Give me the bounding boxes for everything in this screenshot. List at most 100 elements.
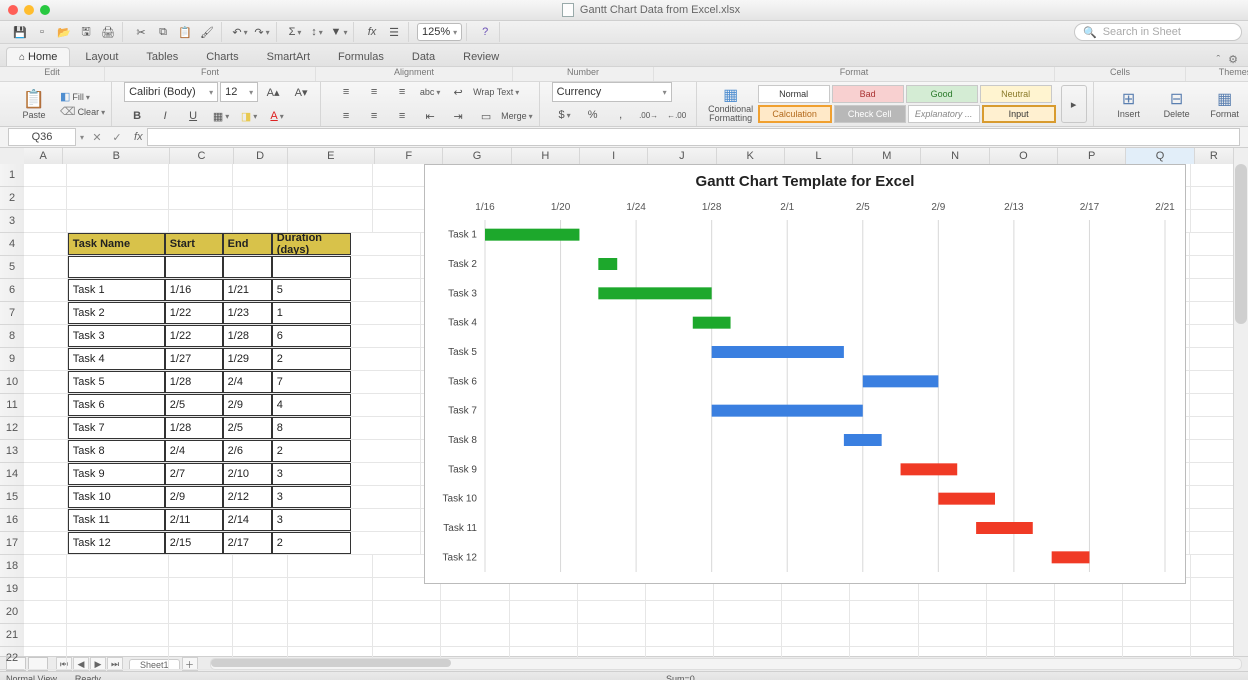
cell[interactable] [1055,601,1123,623]
tab-home[interactable]: ⌂Home [6,47,70,66]
cell[interactable]: 1/22 [165,325,223,347]
row-header[interactable]: 22 [0,647,24,670]
cell[interactable]: 6 [272,325,352,347]
cell[interactable] [223,256,272,278]
style-good[interactable]: Good [906,85,978,103]
cell[interactable]: 3 [272,463,352,485]
cell[interactable] [351,417,421,439]
cell[interactable] [1190,463,1234,485]
cell[interactable]: Task 11 [68,509,165,531]
column-header[interactable]: M [853,148,921,164]
cell[interactable] [67,624,169,646]
copy-icon[interactable]: ⧉ [153,22,173,42]
row-header[interactable]: 15 [0,486,24,509]
cell[interactable] [1190,256,1234,278]
zoom-window-button[interactable] [40,5,50,15]
cell[interactable]: Task Name [68,233,165,255]
cell[interactable]: 2/9 [165,486,223,508]
tab-formulas[interactable]: Formulas [325,47,397,66]
style-check-cell[interactable]: Check Cell [834,105,906,123]
cell[interactable] [850,624,918,646]
show-formulas-icon[interactable]: ☰ [384,22,404,42]
cell[interactable] [1191,578,1234,600]
cell[interactable] [1190,532,1234,554]
cell[interactable]: 2/5 [165,394,223,416]
cell[interactable] [67,601,169,623]
currency-format-button[interactable]: $ [552,104,578,126]
cell[interactable]: 8 [272,417,352,439]
font-name-combobox[interactable]: Calibri (Body)▾ [124,82,218,102]
cell[interactable] [1190,509,1234,531]
cell[interactable] [351,371,421,393]
insert-cells-button[interactable]: ⊞Insert [1106,89,1152,119]
styles-more-button[interactable]: ▸ [1061,85,1087,123]
cell[interactable] [850,601,918,623]
conditional-formatting-button[interactable]: ▦ Conditional Formatting [709,84,753,124]
ribbon-settings-icon[interactable]: ⚙ [1228,53,1238,66]
style-bad[interactable]: Bad [832,85,904,103]
delete-cells-button[interactable]: ⊟Delete [1154,89,1200,119]
cell[interactable] [1190,394,1234,416]
align-top-icon[interactable]: ≡ [333,81,359,103]
cell[interactable] [919,601,987,623]
column-header[interactable]: D [234,148,288,164]
row-header[interactable]: 20 [0,601,24,624]
row-header[interactable]: 18 [0,555,24,578]
cell[interactable] [351,279,421,301]
cell[interactable] [24,532,68,554]
tab-tables[interactable]: Tables [133,47,191,66]
cell[interactable] [288,164,373,186]
cell[interactable] [67,555,169,577]
autosum-button[interactable]: Σ [285,22,305,42]
fill-color-icon[interactable]: ◧ [60,90,70,103]
clear-icon[interactable]: ⌫ [60,105,76,118]
search-sheet-input[interactable]: 🔍 Search in Sheet [1074,23,1242,41]
cell[interactable] [351,348,421,370]
cell[interactable]: 2/15 [165,532,223,554]
row-header[interactable]: 5 [0,256,24,279]
vertical-scroll-thumb[interactable] [1235,164,1247,324]
cell[interactable] [24,601,67,623]
cell[interactable] [1190,440,1234,462]
fill-bucket-button[interactable]: ◨ [236,105,262,127]
style-neutral[interactable]: Neutral [980,85,1052,103]
cell[interactable]: Task 2 [68,302,165,324]
number-format-combobox[interactable]: Currency▾ [552,82,672,102]
row-header[interactable]: 2 [0,187,24,210]
increase-decimal-button[interactable]: .00→ [636,104,662,126]
cell[interactable] [169,601,233,623]
cell[interactable] [24,348,68,370]
select-all-corner[interactable] [0,148,25,165]
align-right-icon[interactable]: ≡ [389,105,415,127]
orientation-button[interactable]: abc [417,81,443,103]
italic-button[interactable]: I [152,105,178,127]
cell[interactable]: 4 [272,394,352,416]
format-cells-button[interactable]: ▦Format [1202,89,1248,119]
cell[interactable] [288,187,373,209]
row-header[interactable]: 10 [0,371,24,394]
font-color-button[interactable]: A [264,105,290,127]
zoom-combobox[interactable]: 125%▾ [417,23,462,41]
cell[interactable] [351,486,421,508]
cell[interactable]: Task 5 [68,371,165,393]
fill-button[interactable]: Fill [72,92,90,102]
cell[interactable] [24,233,68,255]
merge-button[interactable]: Merge [501,111,533,121]
cell[interactable] [233,164,288,186]
cell[interactable] [24,302,68,324]
tab-layout[interactable]: Layout [72,47,131,66]
cell[interactable]: 2/10 [223,463,272,485]
row-header[interactable]: 12 [0,417,24,440]
open-icon[interactable]: 📂 [54,22,74,42]
font-size-combobox[interactable]: 12▾ [220,82,258,102]
cell[interactable] [24,279,68,301]
cell[interactable] [24,440,68,462]
cell[interactable] [24,210,67,232]
paste-button[interactable]: 📋 Paste [12,84,56,124]
cell[interactable]: 1/28 [165,417,223,439]
column-header[interactable]: O [990,148,1058,164]
cell[interactable]: 2/4 [165,440,223,462]
style-normal[interactable]: Normal [758,85,830,103]
cell[interactable]: Task 9 [68,463,165,485]
decrease-font-icon[interactable]: A▾ [288,81,314,103]
